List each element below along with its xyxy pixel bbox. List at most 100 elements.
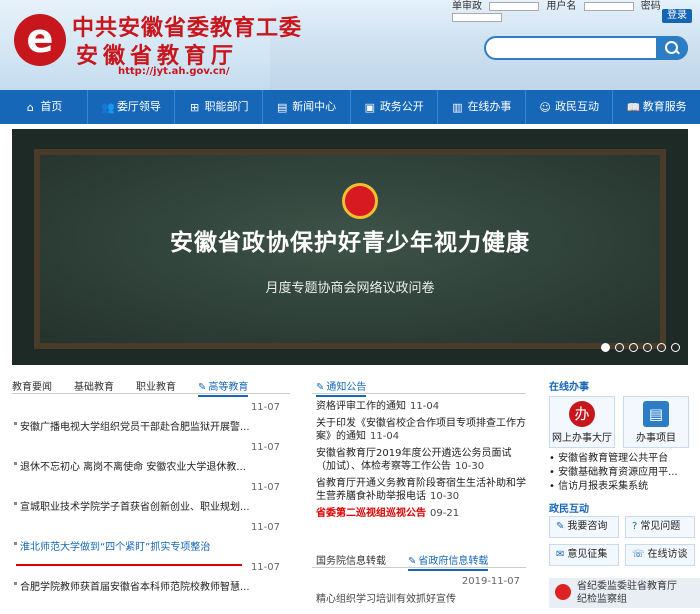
tab-state-council[interactable]: 国务院信息转载	[316, 552, 386, 567]
faq-button[interactable]: ? 常见问题	[625, 516, 695, 538]
notice-tabs: ✎ 通知公告	[312, 374, 526, 397]
jiwei-line2: 纪检监察组	[577, 594, 627, 605]
username-input[interactable]	[583, 1, 634, 11]
notice-title[interactable]: 资格评审工作的通知	[316, 401, 406, 412]
service-links: • 安徽省教育管理公共平台 • 安徽基础教育资源应用平... • 信访月报表采集…	[549, 452, 700, 494]
tab-vocational-edu[interactable]: 职业教育	[136, 378, 176, 393]
nav-item-departments[interactable]: ⊞ 职能部门	[175, 90, 263, 124]
list-item[interactable]: 11-07 宣城职业技术学院学子首获省创新创业、职业规划...	[12, 474, 290, 514]
list-item[interactable]: 省委第二巡视组巡视公告 09-21	[316, 507, 526, 520]
news-date: 11-07	[250, 482, 280, 493]
nav-label: 教育服务	[642, 100, 687, 113]
people-icon: 👥	[100, 101, 115, 114]
banner-slideshow[interactable]: 安徽省政协保护好青少年视力健康 月度专题协商会网络议政问卷	[12, 129, 688, 365]
link-resource-platform[interactable]: • 安徽基础教育资源应用平...	[549, 466, 700, 480]
tab-provincial-gov[interactable]: ✎ 省政府信息转载	[408, 552, 489, 571]
news-panel: 教育要闻 基础教育 职业教育 ✎ 高等教育 11-07 安徽广播电视大学组织党员干部…	[12, 374, 290, 614]
slide-dot[interactable]	[601, 343, 610, 352]
nav-item-leaders[interactable]: 👥 委厅领导	[88, 90, 176, 124]
nav-item-home[interactable]: ⌂ 首页	[0, 90, 88, 124]
nav-label: 新闻中心	[292, 100, 337, 113]
bullet	[14, 502, 17, 505]
notice-panel: ✎ 通知公告 资格评审工作的通知 11-04 关于印发《安徽省校企合作项目专项排查工…	[312, 374, 526, 614]
nav-item-online-service[interactable]: ▥ 在线办事	[438, 90, 526, 124]
notice-title[interactable]: 省教育厅开通义务教育阶段寄宿生生活补助和学生营养膳食补助举报电话	[316, 478, 526, 502]
bullet	[14, 422, 17, 425]
pen-icon: ✎	[408, 556, 417, 567]
document-icon: ▣	[364, 101, 376, 114]
online-hall-button[interactable]: 办 网上办事大厅	[549, 396, 615, 448]
tab-edu-news[interactable]: 教育要闻	[12, 378, 52, 393]
site-url: http://jyt.ah.gov.cn/	[118, 66, 230, 77]
login-type-select[interactable]	[489, 1, 540, 11]
notice-date: 10-30	[430, 491, 460, 502]
news-title[interactable]: 退休不忘初心 离岗不离使命 安徽农业大学退休教...	[20, 458, 282, 473]
consult-button[interactable]: ✎ 我要咨询	[549, 516, 619, 538]
list-item[interactable]: 11-07 淮北师范大学做到“四个紧盯”抓实专项整治	[12, 514, 290, 554]
news-date: 11-07	[250, 522, 280, 533]
news-title[interactable]: 宣城职业技术学院学子首获省创新创业、职业规划...	[20, 498, 282, 513]
interview-button[interactable]: ☏ 在线访谈	[625, 544, 695, 566]
online-hall-icon: 办	[569, 401, 595, 427]
news-tabs: 教育要闻 基础教育 职业教育 ✎ 高等教育	[12, 374, 290, 397]
login-button[interactable]: 登录	[662, 9, 692, 23]
tab-label: 省政府信息转载	[418, 556, 489, 567]
news-title[interactable]: 合肥学院教师获首届安徽省本科师范院校教师智慧...	[20, 578, 282, 593]
site-header: e 中共安徽省委教育工委 安徽省教育厅 http://jyt.ah.gov.cn…	[0, 0, 700, 90]
notice-date: 09-21	[430, 508, 460, 519]
section-title-online: 在线办事	[549, 382, 589, 393]
nav-item-news[interactable]: ▤ 新闻中心	[263, 90, 351, 124]
list-item[interactable]: 11-07 安徽广播电视大学组织党员干部赴合肥监狱开展警...	[12, 394, 290, 434]
notice-date: 11-04	[370, 431, 400, 442]
list-item[interactable]: 资格评审工作的通知 11-04	[316, 400, 526, 413]
password-input[interactable]	[452, 12, 502, 22]
feedback-button[interactable]: ✉ 意见征集	[549, 544, 619, 566]
service-items-button[interactable]: ▤ 办事项目	[623, 396, 689, 448]
slide-dot[interactable]	[643, 343, 652, 352]
nav-item-edu-service[interactable]: 📖 教育服务	[613, 90, 700, 124]
link-petition-system[interactable]: • 信访月报表采集系统	[549, 480, 700, 494]
gov-info-title[interactable]: 精心组织学习培训有效抓好宣传	[316, 590, 456, 605]
mail-icon: ✉	[556, 549, 565, 560]
tab-notices[interactable]: ✎ 通知公告	[316, 378, 367, 397]
nav-label: 在线办事	[467, 100, 512, 113]
tab-basic-edu[interactable]: 基础教育	[74, 378, 114, 393]
list-item[interactable]: 安徽省教育厅2019年度公开遴选公务员面试（加试）、体检考察等工作公告 10-30	[316, 447, 526, 473]
notice-title[interactable]: 关于印发《安徽省校企合作项目专项排查工作方案》的通知	[316, 418, 526, 442]
nav-item-interaction[interactable]: ☺ 政民互动	[526, 90, 614, 124]
nav-label: 政民互动	[555, 100, 600, 113]
book-icon: 📖	[626, 101, 641, 114]
slide-dot[interactable]	[671, 343, 680, 352]
nav-label: 首页	[40, 100, 63, 113]
pen-icon: ✎	[316, 382, 325, 393]
link-edu-platform[interactable]: • 安徽省教育管理公共平台	[549, 452, 700, 466]
question-icon: ?	[632, 521, 638, 532]
slide-dot[interactable]	[629, 343, 638, 352]
search-input[interactable]	[484, 36, 688, 60]
bullet	[14, 462, 17, 465]
grid-icon: ⊞	[189, 101, 200, 114]
login-type-label: 单审政	[452, 1, 482, 12]
list-item[interactable]: 11-07 合肥学院教师获首届安徽省本科师范院校教师智慧...	[12, 554, 290, 594]
news-title[interactable]: 安徽广播电视大学组织党员干部赴合肥监狱开展警...	[20, 418, 282, 433]
notice-title[interactable]: 省委第二巡视组巡视公告	[316, 508, 426, 519]
nav-item-gov-affairs[interactable]: ▣ 政务公开	[351, 90, 439, 124]
site-logo-icon[interactable]: e	[14, 14, 66, 66]
search-icon[interactable]	[656, 36, 688, 60]
news-date: 11-07	[250, 402, 280, 413]
phone-icon: ☏	[632, 549, 645, 560]
news-date: 11-07	[250, 562, 280, 573]
slide-dot[interactable]	[657, 343, 666, 352]
bullet	[14, 542, 17, 545]
smile-icon: ☺	[539, 101, 551, 114]
document-icon: ▤	[643, 401, 669, 427]
username-label: 用户名	[546, 1, 577, 12]
slide-dot[interactable]	[615, 343, 624, 352]
list-item[interactable]: 省教育厅开通义务教育阶段寄宿生生活补助和学生营养膳食补助举报电话 10-30	[316, 477, 526, 503]
list-item[interactable]: 11-07 退休不忘初心 离岗不离使命 安徽农业大学退休教...	[12, 434, 290, 474]
highlight-underline	[16, 564, 242, 566]
news-title[interactable]: 淮北师范大学做到“四个紧盯”抓实专项整治	[20, 538, 282, 553]
discipline-inspection-link[interactable]: 省纪委监委驻省教育厅 纪检监察组	[549, 578, 700, 608]
list-item[interactable]: 关于印发《安徽省校企合作项目专项排查工作方案》的通知 11-04	[316, 417, 526, 443]
monitor-icon: ▥	[452, 101, 463, 114]
